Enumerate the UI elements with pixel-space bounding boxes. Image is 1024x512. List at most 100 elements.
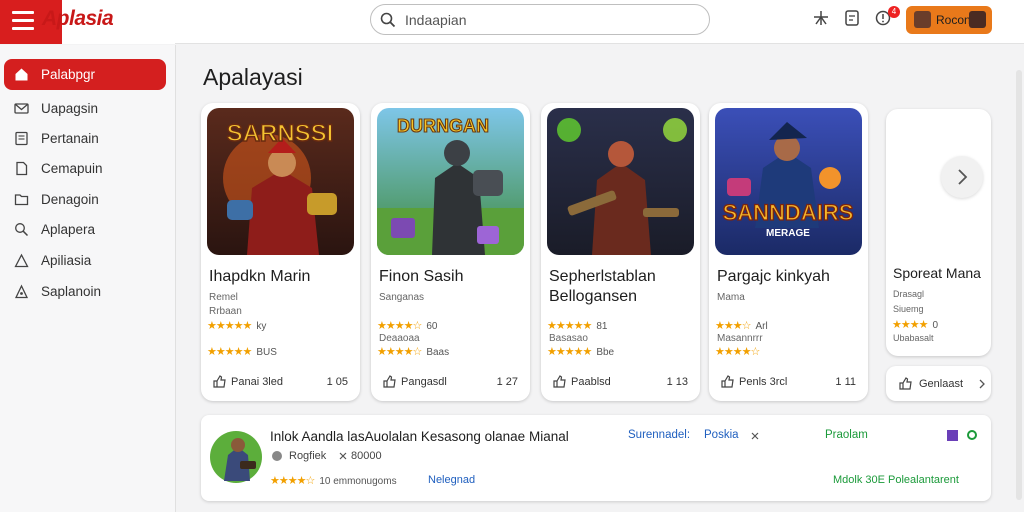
game-title: Sporeat Mana [893,265,981,281]
sidebar: Palabpgr Uapagsin Pertanain Cemapuin Den… [0,45,176,512]
sidebar-item-label: Palabpgr [41,67,96,82]
notification-badge: 4 [888,6,900,18]
list-item-thumbnail[interactable] [210,431,262,483]
card-action-label[interactable]: Pangasdl [401,376,447,388]
rating-text: 10 emmonugoms [319,476,397,487]
card-count: 1 27 [496,376,518,388]
rating-text: BUS [256,347,277,358]
carousel-next-button[interactable] [941,156,983,198]
status-dot-icon [967,430,977,440]
document-icon[interactable] [843,9,861,27]
game-thumbnail[interactable]: DURNGAN [377,108,524,255]
star-rating: ★★★★☆ 60 [377,320,438,332]
game-developer: Rrbaan [209,306,242,317]
search-input[interactable] [405,10,695,30]
sidebar-item-apps[interactable]: Apiliasia [4,245,166,276]
avatar [914,11,931,28]
game-card[interactable]: SANNDAIRS MERAGE Pargajc kinkyah Mama ★★… [709,103,868,401]
app-logo[interactable]: Aplasia [42,7,114,31]
sidebar-item-label: Pertanain [41,131,99,146]
thumbs-up-icon[interactable] [383,375,396,388]
rating-text: Bbe [596,347,615,358]
star-rating-secondary: ★★★★★ BUS [207,346,277,358]
game-thumbnail[interactable]: SANNDAIRS MERAGE [715,108,862,255]
game-developer: Siuemg [893,304,924,314]
card-count: 1 05 [326,376,348,388]
list-item-status-value[interactable]: Poskia [704,429,739,441]
game-art-title: SANNDAIRS [723,200,854,225]
rating-text: Arl [755,321,768,332]
star-rating: ★★★★ 0 [892,319,939,331]
sidebar-item-mail[interactable]: Uapagsin [4,93,166,124]
list-item-tag: Praolam [825,429,868,441]
sidebar-item-label: Saplanoin [41,284,102,299]
rating-text: 0 [932,320,939,331]
search-icon [380,12,396,28]
thumbs-up-icon[interactable] [721,375,734,388]
sidebar-item-label: Uapagsin [41,101,99,116]
game-title: Ihapdkn Marin [209,268,311,285]
game-card[interactable]: DURNGAN Finon Sasih Sanganas ★★★★☆ 60 Dea… [371,103,530,401]
thumbs-up-icon[interactable] [213,375,226,388]
game-art-title: DURNGAN [397,116,489,136]
hamburger-menu-icon[interactable] [12,11,34,31]
game-description: Masannrrr [717,333,763,344]
game-thumbnail[interactable]: SARNSSI [207,108,354,255]
search-bar[interactable] [370,4,710,35]
star-rating-secondary: ★★★★☆ [715,346,760,358]
list-item-status-label: Surennadel: [628,429,691,441]
game-card-partial[interactable]: Sporeat Mana Drasagl Siuemg ★★★★ 0 Ubabas… [886,109,991,356]
star-rating-secondary: ★★★★★ Bbe [547,346,615,358]
game-description: Ubabasalt [893,333,934,343]
sidebar-item-label: Cemapuin [41,161,103,176]
sidebar-item-documents[interactable]: Pertanain [4,123,166,154]
sidebar-item-folder[interactable]: Denagoin [4,184,166,215]
sparkle-icon[interactable] [812,9,830,27]
game-title: Finon Sasih [379,268,464,285]
game-art-title: SARNSSI [227,120,334,147]
document-icon [15,131,28,146]
list-item-detail: Mdolk 30E Polealantarent [833,474,959,486]
top-bar: Aplasia 4 Rocone [0,0,1024,44]
list-item-link[interactable]: Nelegnad [428,474,475,486]
game-card[interactable]: SARNSSI Ihapdkn Marin Remel Rrbaan ★★★★★… [201,103,360,401]
scrollbar[interactable] [1016,70,1022,500]
file-icon [16,161,28,176]
list-item[interactable]: Inlok Aandla lasAuolalan Kesasong olanae… [201,415,991,501]
flag-icon[interactable] [946,429,959,442]
game-genre: Mama [717,292,745,303]
sidebar-item-profile[interactable]: Saplanoin [4,276,166,307]
rating-text: 60 [426,321,438,332]
star-rating: ★★★☆ Arl [715,320,768,332]
chart-icon [14,253,29,268]
chevron-right-icon [979,379,985,389]
card-action-label[interactable]: Paablsd [571,376,611,388]
page-title: Apalayasi [203,64,303,90]
more-button[interactable]: Genlaast [886,366,991,401]
search-icon [15,223,29,237]
card-action-label[interactable]: Penls 3rcl [739,376,787,388]
sidebar-item-label: Denagoin [41,192,99,207]
sidebar-item-files[interactable]: Cemapuin [4,153,166,184]
star-rating-secondary: ★★★★☆ Baas [377,346,450,358]
rating-text: 81 [596,321,608,332]
home-icon [15,68,28,81]
rating-text: ky [256,321,267,332]
brand-area: Aplasia [0,0,175,44]
sidebar-item-label: Aplapera [41,222,96,237]
sidebar-item-label: Apiliasia [41,253,92,268]
card-action-label[interactable]: Panai 3led [231,376,283,388]
info-icon [272,451,282,461]
game-genre: Drasagl [893,289,925,299]
game-thumbnail[interactable] [547,108,694,255]
rating-text: Baas [426,347,450,358]
sidebar-item-search[interactable]: Aplapera [4,214,166,245]
list-item-meta-value: 80000 [351,450,382,462]
game-card[interactable]: Sepherlstablan Bellogansen ★★★★★ 81 Basas… [541,103,700,401]
thumbs-up-icon[interactable] [553,375,566,388]
mail-icon [14,103,29,114]
close-icon[interactable] [751,432,759,440]
user-button[interactable]: Rocone [906,6,992,34]
sidebar-item-home[interactable]: Palabpgr [4,59,166,90]
avatar-secondary [969,11,986,28]
